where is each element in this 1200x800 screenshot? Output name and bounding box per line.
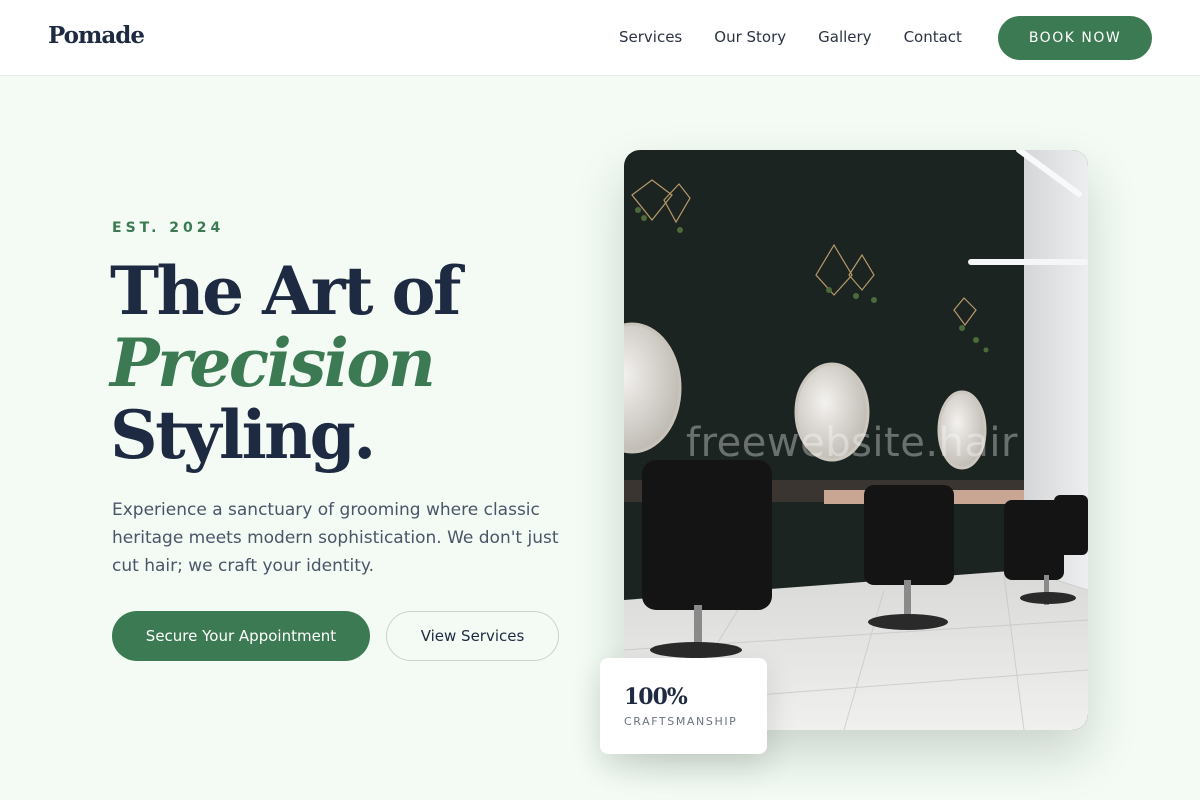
headline-line-1: The Art of [110, 252, 461, 330]
nav-link-services[interactable]: Services [619, 28, 682, 46]
view-services-button[interactable]: View Services [386, 611, 559, 661]
established-label: EST. 2024 [112, 220, 225, 236]
headline-line-3: Styling. [110, 396, 376, 474]
book-now-button[interactable]: BOOK NOW [998, 16, 1152, 60]
nav-link-gallery[interactable]: Gallery [818, 28, 871, 46]
craftsmanship-stat-card: 100% CRAFTSMANSHIP [600, 658, 767, 754]
headline-accent: Precision [110, 324, 436, 402]
salon-interior-image: freewebsite.hair [624, 150, 1088, 730]
top-navigation: Pomade Services Our Story Gallery Contac… [0, 0, 1200, 76]
hero-headline: The Art of Precision Styling. [110, 252, 461, 474]
nav-link-our-story[interactable]: Our Story [714, 28, 786, 46]
hero-description: Experience a sanctuary of grooming where… [112, 500, 559, 576]
image-watermark: freewebsite.hair [686, 420, 1018, 466]
nav-link-contact[interactable]: Contact [904, 28, 962, 46]
nav-links: Services Our Story Gallery Contact [619, 28, 994, 46]
brand-logo[interactable]: Pomade [48, 22, 145, 49]
stat-label: CRAFTSMANSHIP [624, 715, 738, 728]
stat-value: 100% [624, 684, 688, 710]
secure-appointment-button[interactable]: Secure Your Appointment [112, 611, 370, 661]
